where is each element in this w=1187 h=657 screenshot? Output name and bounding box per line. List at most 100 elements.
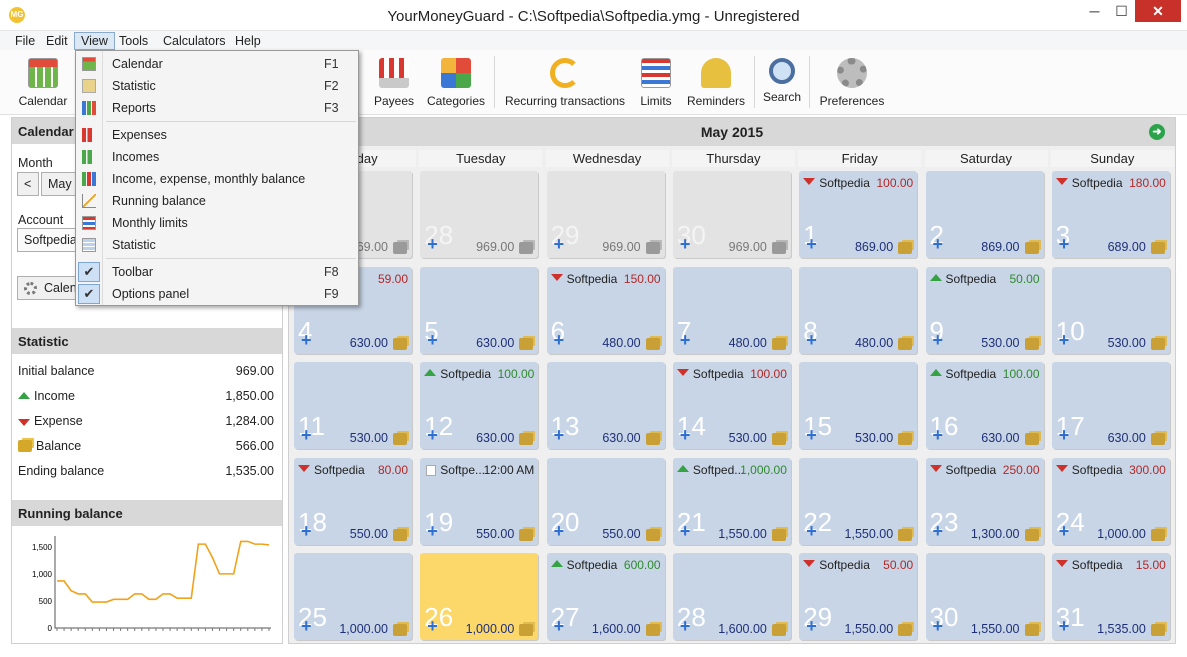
add-transaction-icon[interactable]: + (1059, 617, 1070, 635)
add-transaction-icon[interactable]: + (427, 426, 438, 444)
add-transaction-icon[interactable]: + (301, 522, 312, 540)
add-transaction-icon[interactable]: + (301, 331, 312, 349)
add-transaction-icon[interactable]: + (680, 426, 691, 444)
payees-tool-button[interactable]: Payees (370, 56, 418, 112)
add-transaction-icon[interactable]: + (301, 617, 312, 635)
view-menu-calendar[interactable]: Calendar F1 (76, 53, 358, 75)
categories-tool-button[interactable]: Categories (424, 56, 488, 112)
recurring-tool-button[interactable]: Recurring transactions (502, 56, 628, 112)
add-transaction-icon[interactable]: + (554, 522, 565, 540)
day-cell[interactable]: 30 +1,550.00 (925, 553, 1044, 641)
day-cell[interactable]: 20 +550.00 (546, 457, 665, 545)
transaction-entry[interactable]: Softpedia 100.00 (676, 367, 787, 383)
day-cell[interactable]: Softpedia 80.00 18 +550.00 (294, 457, 412, 545)
transaction-entry[interactable]: Softpe... 12:00 AM (424, 463, 534, 479)
transaction-entry[interactable]: Softpedia 250.00 (929, 463, 1040, 479)
transaction-entry[interactable]: Softpedia 80.00 (298, 463, 408, 479)
calendar-tool-button[interactable]: Calendar (14, 56, 72, 112)
transaction-entry[interactable]: Softpedia 100.00 (929, 367, 1040, 383)
next-month-arrow-icon[interactable]: ➜ (1149, 124, 1165, 140)
transaction-entry[interactable]: Softpedia 50.00 (929, 272, 1040, 288)
day-cell[interactable]: 28 +1,600.00 (672, 553, 791, 641)
day-cell[interactable]: 28 +969.00 (420, 171, 539, 258)
close-button[interactable]: ✕ (1135, 0, 1181, 22)
view-menu-options-panel[interactable]: ✔ Options panel F9 (76, 283, 358, 305)
add-transaction-icon[interactable]: + (554, 617, 565, 635)
menu-help[interactable]: Help (229, 32, 267, 50)
add-transaction-icon[interactable]: + (1059, 426, 1070, 444)
view-menu-incomes[interactable]: Incomes (76, 146, 358, 168)
add-transaction-icon[interactable]: + (933, 235, 944, 253)
add-transaction-icon[interactable]: + (427, 617, 438, 635)
add-transaction-icon[interactable]: + (933, 331, 944, 349)
add-transaction-icon[interactable]: + (427, 331, 438, 349)
view-menu-monthly-limits[interactable]: Monthly limits (76, 212, 358, 234)
menu-calculators[interactable]: Calculators (157, 32, 232, 50)
day-cell[interactable]: Softpedia 150.00 6 +480.00 (546, 266, 665, 354)
add-transaction-icon[interactable]: + (554, 235, 565, 253)
day-cell[interactable]: Softpedia 100.00 12 +630.00 (420, 362, 539, 450)
menu-edit[interactable]: Edit (40, 32, 74, 50)
transaction-entry[interactable]: Softpedia 100.00 (424, 367, 534, 383)
day-cell[interactable]: Softpedia 15.00 31 +1,535.00 (1051, 553, 1170, 641)
day-cell[interactable]: 5 +630.00 (420, 266, 539, 354)
day-cell[interactable]: Softpedia 100.00 1 +869.00 (799, 171, 918, 258)
day-cell[interactable]: 10 +530.00 (1051, 266, 1170, 354)
add-transaction-icon[interactable]: + (933, 426, 944, 444)
day-cell[interactable]: Softpedia 100.00 16 +630.00 (925, 362, 1044, 450)
transaction-entry[interactable]: Softpedia 150.00 (550, 272, 661, 288)
menu-view[interactable]: View (74, 32, 115, 50)
day-cell[interactable]: 7 +480.00 (672, 266, 791, 354)
day-cell[interactable]: Softpedia 100.00 14 +530.00 (672, 362, 791, 450)
day-cell[interactable]: Softped... 1,000.00 21 +1,550.00 (672, 457, 791, 545)
day-cell[interactable]: Softpedia 250.00 23 +1,300.00 (925, 457, 1044, 545)
add-transaction-icon[interactable]: + (933, 617, 944, 635)
transaction-entry[interactable]: Softpedia 300.00 (1055, 463, 1166, 479)
view-menu-running-balance[interactable]: Running balance (76, 190, 358, 212)
day-cell[interactable]: Softpe... 12:00 AM 19 +550.00 (420, 457, 539, 545)
day-cell[interactable]: 11 +530.00 (294, 362, 412, 450)
transaction-entry[interactable]: Softped... 1,000.00 (676, 463, 787, 479)
add-transaction-icon[interactable]: + (1059, 331, 1070, 349)
transaction-entry[interactable]: Softpedia 600.00 (550, 558, 661, 574)
add-transaction-icon[interactable]: + (680, 617, 691, 635)
view-menu-expenses[interactable]: Expenses (76, 124, 358, 146)
view-menu-statistic[interactable]: Statistic F2 (76, 75, 358, 97)
day-cell[interactable]: 22 +1,550.00 (799, 457, 918, 545)
transaction-entry[interactable]: Softpedia 100.00 (803, 176, 913, 192)
add-transaction-icon[interactable]: + (933, 522, 944, 540)
add-transaction-icon[interactable]: + (680, 331, 691, 349)
day-cell[interactable]: 26 +1,000.00 (420, 553, 539, 641)
add-transaction-icon[interactable]: + (1059, 522, 1070, 540)
add-transaction-icon[interactable]: + (806, 426, 817, 444)
transaction-entry[interactable]: Softpedia 15.00 (1055, 558, 1166, 574)
view-menu-statistic-2[interactable]: Statistic (76, 234, 358, 256)
transaction-entry[interactable]: Softpedia 50.00 (803, 558, 913, 574)
day-cell[interactable]: 17 +630.00 (1051, 362, 1170, 450)
add-transaction-icon[interactable]: + (680, 522, 691, 540)
view-menu-toolbar[interactable]: ✔ Toolbar F8 (76, 261, 358, 283)
day-cell[interactable]: 2 +869.00 (925, 171, 1044, 258)
add-transaction-icon[interactable]: + (806, 617, 817, 635)
add-transaction-icon[interactable]: + (427, 522, 438, 540)
day-cell[interactable]: 29 +969.00 (546, 171, 665, 258)
prev-month-button[interactable]: < (17, 172, 39, 196)
day-cell[interactable]: 13 +630.00 (546, 362, 665, 450)
transaction-entry[interactable]: Softpedia 180.00 (1055, 176, 1166, 192)
add-transaction-icon[interactable]: + (1059, 235, 1070, 253)
day-cell[interactable]: Softpedia 50.00 9 +530.00 (925, 266, 1044, 354)
view-menu-income-expense-balance[interactable]: Income, expense, monthly balance (76, 168, 358, 190)
menu-file[interactable]: File (9, 32, 41, 50)
day-cell[interactable]: 25 +1,000.00 (294, 553, 412, 641)
add-transaction-icon[interactable]: + (301, 426, 312, 444)
add-transaction-icon[interactable]: + (806, 331, 817, 349)
day-cell[interactable]: Softpedia 50.00 29 +1,550.00 (799, 553, 918, 641)
add-transaction-icon[interactable]: + (427, 235, 438, 253)
reminders-tool-button[interactable]: Reminders (684, 56, 748, 112)
search-tool-button[interactable]: Search (760, 56, 804, 112)
menu-tools[interactable]: Tools (113, 32, 154, 50)
day-cell[interactable]: Softpedia 180.00 3 +689.00 (1051, 171, 1170, 258)
limits-tool-button[interactable]: Limits (634, 56, 678, 112)
minimize-button[interactable]: ─ (1081, 0, 1108, 22)
day-cell[interactable]: Softpedia 300.00 24 +1,000.00 (1051, 457, 1170, 545)
